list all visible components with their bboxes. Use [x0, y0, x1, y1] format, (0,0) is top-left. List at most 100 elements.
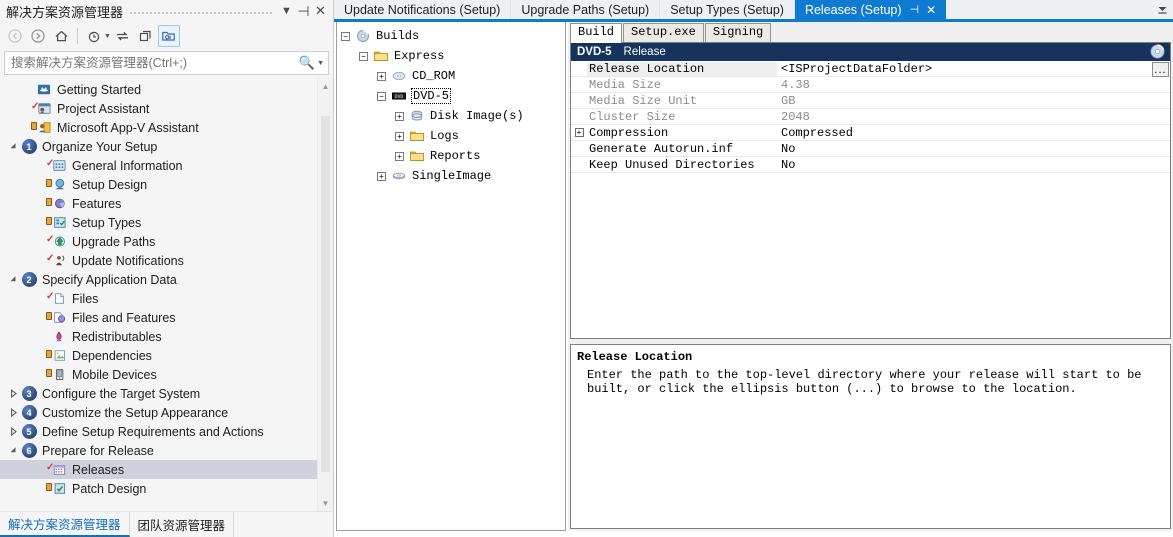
property-grid-empty-area	[571, 173, 1170, 338]
features-icon	[46, 196, 68, 212]
expand-box-icon[interactable]: +	[395, 151, 404, 161]
builds-node-builds[interactable]: − Builds	[341, 26, 565, 46]
sidebar-item-label: Setup Types	[72, 215, 142, 230]
tab-overflow-icon[interactable]	[1151, 0, 1173, 19]
sidebar-item-mobile-devices[interactable]: Mobile Devices	[0, 365, 317, 384]
search-box[interactable]: 🔍 ▼	[4, 51, 329, 75]
panel-pin-icon[interactable]: ⊣	[295, 2, 312, 20]
sidebar-item-setup-types[interactable]: Setup Types	[0, 213, 317, 232]
property-row[interactable]: Generate Autorun.inf No	[571, 141, 1170, 157]
expand-box-icon[interactable]: +	[377, 71, 386, 81]
expander-expanded-icon[interactable]	[6, 275, 20, 284]
bottom-tab-1[interactable]: 团队资源管理器	[130, 512, 235, 537]
sidebar-item-organize-your-setup[interactable]: 1 Organize Your Setup	[0, 137, 317, 156]
sidebar-item-files[interactable]: ✓ Files	[0, 289, 317, 308]
expander-collapsed-icon[interactable]	[6, 389, 20, 398]
search-icon[interactable]: 🔍	[299, 55, 315, 71]
sync-icon[interactable]	[112, 25, 134, 47]
sidebar-item-patch-design[interactable]: Patch Design	[0, 479, 317, 498]
pending-changes-icon[interactable]	[83, 25, 105, 47]
forward-icon[interactable]	[27, 25, 49, 47]
sidebar-item-general-information[interactable]: ✓ General Information	[0, 156, 317, 175]
search-options-caret-icon[interactable]: ▼	[317, 60, 324, 67]
sidebar-item-prepare-for-release[interactable]: 6 Prepare for Release	[0, 441, 317, 460]
sidebar-item-define-setup-requirements-and-actions[interactable]: 5 Define Setup Requirements and Actions	[0, 422, 317, 441]
builds-node-label: SingleImage	[412, 169, 492, 183]
builds-node-dvd-5[interactable]: − DVD DVD-5	[341, 86, 565, 106]
collapse-box-icon[interactable]: −	[377, 91, 386, 101]
panel-close-icon[interactable]: ✕	[312, 2, 329, 20]
builds-node-logs[interactable]: + Logs	[341, 126, 565, 146]
sidebar-item-upgrade-paths[interactable]: ✓ Upgrade Paths	[0, 232, 317, 251]
panel-dropdown-icon[interactable]: ▼	[278, 2, 295, 20]
scrollbar-thumb[interactable]	[321, 116, 330, 472]
expand-box-icon[interactable]: +	[395, 111, 404, 121]
property-value[interactable]: <ISProjectDataFolder>...	[777, 62, 1170, 77]
expander-expanded-icon[interactable]	[6, 142, 20, 151]
back-icon[interactable]	[4, 25, 26, 47]
sidebar-item-update-notifications[interactable]: ✓ Update Notifications	[0, 251, 317, 270]
description-body: Enter the path to the top-level director…	[587, 368, 1142, 396]
property-row[interactable]: Release Location <ISProjectDataFolder>...	[571, 61, 1170, 77]
solution-explorer-panel: 解决方案资源管理器 ▼ ⊣ ✕ ▼ 搜索解决方案资源管理器(Ctrl+;) 🔍 …	[0, 0, 334, 537]
document-tab-0[interactable]: Update Notifications (Setup)	[334, 0, 512, 19]
mobile-devices-icon	[46, 367, 68, 383]
sidebar-item-microsoft-app-v-assistant[interactable]: Microsoft App-V Assistant	[0, 118, 317, 137]
collapse-box-icon[interactable]: −	[359, 51, 368, 61]
document-tab-2[interactable]: Setup Types (Setup)	[660, 0, 795, 19]
property-value[interactable]: No	[777, 157, 1170, 172]
sidebar-item-releases[interactable]: ✓ Releases	[0, 460, 317, 479]
sidebar-item-project-assistant[interactable]: ✓ Project Assistant	[0, 99, 317, 118]
builds-node-express[interactable]: − Express	[341, 46, 565, 66]
document-tab-3[interactable]: Releases (Setup) ⊣ ✕	[794, 0, 947, 19]
property-tab-setup-exe[interactable]: Setup.exe	[623, 23, 704, 42]
solution-tree-scrollbar[interactable]: ▲ ▼	[317, 78, 333, 511]
disc-icon	[1150, 44, 1165, 62]
property-expand-icon[interactable]: +	[571, 125, 587, 140]
sidebar-item-specify-application-data[interactable]: 2 Specify Application Data	[0, 270, 317, 289]
property-row[interactable]: Cluster Size 2048	[571, 109, 1170, 125]
tab-pin-icon[interactable]: ⊣	[910, 3, 920, 16]
sidebar-item-dependencies[interactable]: Dependencies	[0, 346, 317, 365]
collapse-all-icon[interactable]	[135, 25, 157, 47]
scroll-down-icon[interactable]: ▼	[318, 495, 333, 511]
document-tab-1[interactable]: Upgrade Paths (Setup)	[511, 0, 661, 19]
document-tab-label: Update Notifications (Setup)	[344, 2, 501, 17]
tab-close-icon[interactable]: ✕	[926, 3, 936, 17]
scroll-up-icon[interactable]: ▲	[318, 78, 333, 94]
bottom-tab-0[interactable]: 解决方案资源管理器	[0, 512, 130, 537]
expand-box-icon[interactable]: +	[377, 171, 386, 181]
expander-expanded-icon[interactable]	[6, 446, 20, 455]
property-row[interactable]: Keep Unused Directories No	[571, 157, 1170, 173]
builds-node-reports[interactable]: + Reports	[341, 146, 565, 166]
property-value[interactable]: No	[777, 141, 1170, 156]
collapse-box-icon[interactable]: −	[341, 31, 350, 41]
disc-icon	[354, 28, 372, 44]
property-row[interactable]: + Compression Compressed	[571, 125, 1170, 141]
builds-node-singleimage[interactable]: + SingleImage	[341, 166, 565, 186]
toolbar-separator	[77, 28, 78, 44]
expander-collapsed-icon[interactable]	[6, 427, 20, 436]
sidebar-item-getting-started[interactable]: Getting Started	[0, 80, 317, 99]
sidebar-item-features[interactable]: Features	[0, 194, 317, 213]
show-all-files-icon[interactable]	[157, 25, 180, 47]
search-input[interactable]	[11, 56, 299, 70]
sidebar-item-files-and-features[interactable]: Files and Features	[0, 308, 317, 327]
property-value[interactable]: Compressed	[777, 125, 1170, 140]
pending-changes-caret-icon[interactable]: ▼	[104, 33, 111, 40]
property-tab-build[interactable]: Build	[570, 23, 623, 43]
sidebar-item-setup-design[interactable]: Setup Design	[0, 175, 317, 194]
redistributables-icon	[50, 329, 68, 345]
sidebar-item-configure-the-target-system[interactable]: 3 Configure the Target System	[0, 384, 317, 403]
builds-node-cd-rom[interactable]: + CD_ROM	[341, 66, 565, 86]
expand-box-icon[interactable]: +	[395, 131, 404, 141]
property-row[interactable]: Media Size Unit GB	[571, 93, 1170, 109]
builds-node-disk-image-s[interactable]: + Disk Image(s)	[341, 106, 565, 126]
property-tab-signing[interactable]: Signing	[704, 23, 772, 42]
browse-ellipsis-button[interactable]: ...	[1152, 62, 1169, 77]
sidebar-item-redistributables[interactable]: Redistributables	[0, 327, 317, 346]
expander-collapsed-icon[interactable]	[6, 408, 20, 417]
sidebar-item-customize-the-setup-appearance[interactable]: 4 Customize the Setup Appearance	[0, 403, 317, 422]
property-row[interactable]: Media Size 4.38	[571, 77, 1170, 93]
home-icon[interactable]	[50, 25, 72, 47]
